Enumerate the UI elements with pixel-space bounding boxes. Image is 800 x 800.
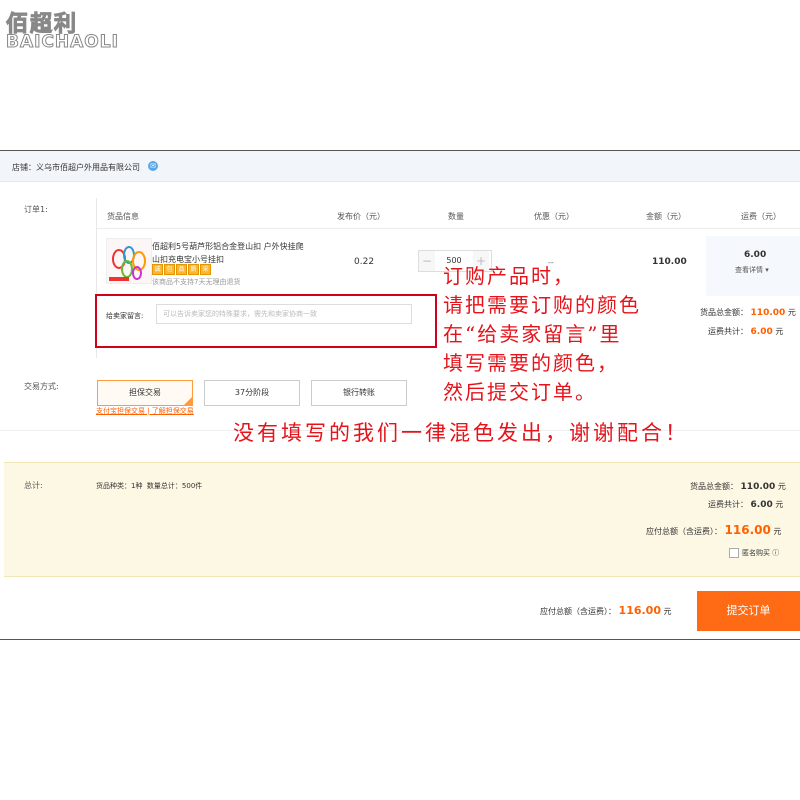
badge-icon: 包 — [164, 264, 175, 275]
col-shipping: 运费（元） — [741, 212, 781, 221]
badge-icon: 质 — [188, 264, 199, 275]
annotation-line: 订购产品时， — [443, 264, 575, 288]
badge-icon: 品 — [176, 264, 187, 275]
badge-icon: 采 — [200, 264, 211, 275]
annotation-line: 请把需要订购的颜色 — [443, 293, 641, 317]
highlight-box — [95, 294, 437, 348]
chat-icon[interactable]: ✉ — [148, 161, 158, 171]
col-amount: 金额（元） — [646, 212, 686, 221]
submit-order-button[interactable]: 提交订单 — [697, 591, 800, 631]
decrease-button[interactable]: − — [419, 251, 435, 271]
annotation-footer: 没有填写的我们一律混色发出，谢谢配合！ — [233, 421, 689, 445]
selected-corner-icon — [184, 397, 192, 405]
escrow-tip-link[interactable]: 支付宝担保交易 | 了解担保交易 — [96, 406, 194, 416]
anonymous-purchase[interactable]: 匿名购买 ⓘ — [729, 548, 779, 558]
badge-icon: 诚 — [152, 264, 163, 275]
annotation-line: 在“给卖家留言”里 — [443, 322, 622, 346]
amount-value: 110.00 — [652, 257, 687, 267]
order-goods-total: 货品总金额： 110.00 元 — [700, 308, 796, 318]
col-discount: 优惠（元） — [534, 212, 574, 221]
brand-logo: 佰超利 BAICHAOLI — [5, 6, 128, 54]
total-label: 总计: — [24, 481, 43, 490]
trade-option-bank[interactable]: 银行转账 — [311, 380, 407, 406]
shipping-detail-link[interactable]: 查看详情 ▾ — [735, 265, 769, 275]
unit-price: 0.22 — [354, 257, 375, 267]
checkbox[interactable] — [729, 548, 739, 558]
order-shipping-total: 运费共计： 6.00 元 — [708, 327, 784, 337]
annotation-line: 填写需要的颜色， — [443, 351, 619, 375]
shop-name[interactable]: 店铺：义乌市佰超户外用品有限公司 — [12, 162, 140, 173]
return-notice: 该商品不支持7天无理由退货 — [152, 278, 241, 286]
trade-option-escrow[interactable]: 担保交易 — [97, 380, 193, 406]
trade-label: 交易方式: — [24, 382, 59, 391]
shop-bar: 店铺：义乌市佰超户外用品有限公司 ✉ — [0, 151, 800, 182]
total-info: 货品种类：1种 数量总计：500件 — [96, 482, 203, 490]
annotation-block: 订购产品时， 请把需要订购的颜色 在“给卖家留言”里 填写需要的颜色， 然后提交… — [443, 262, 641, 407]
order-label: 订单1: — [24, 205, 48, 214]
trade-option-installment[interactable]: 37分阶段 — [204, 380, 300, 406]
total-panel — [4, 462, 800, 577]
header-divider — [97, 228, 800, 229]
footer-total: 应付总额（含运费）： 116.00 元 — [540, 604, 672, 617]
service-badges: 诚包品质采 — [152, 264, 212, 275]
shipping-value: 6.00 — [744, 250, 767, 260]
col-goods: 货品信息 — [107, 212, 139, 221]
product-title[interactable]: 佰超利5号葫芦形铝合金登山扣 户外快挂爬山扣充电宝小号挂扣 — [152, 240, 307, 266]
logo-en-text: BAICHAOLI — [6, 32, 119, 53]
total-goods: 货品总金额： 110.00 元 — [690, 482, 786, 492]
total-shipping: 运费共计： 6.00 元 — [708, 500, 784, 510]
product-image[interactable] — [106, 238, 152, 284]
annotation-line: 然后提交订单。 — [443, 380, 597, 404]
grand-total: 应付总额（含运费）： 116.00 元 — [646, 523, 782, 537]
info-icon: ⓘ — [772, 549, 780, 557]
chevron-down-icon: ▾ — [765, 266, 769, 274]
col-price: 发布价（元） — [337, 212, 385, 221]
col-qty: 数量 — [448, 212, 464, 221]
